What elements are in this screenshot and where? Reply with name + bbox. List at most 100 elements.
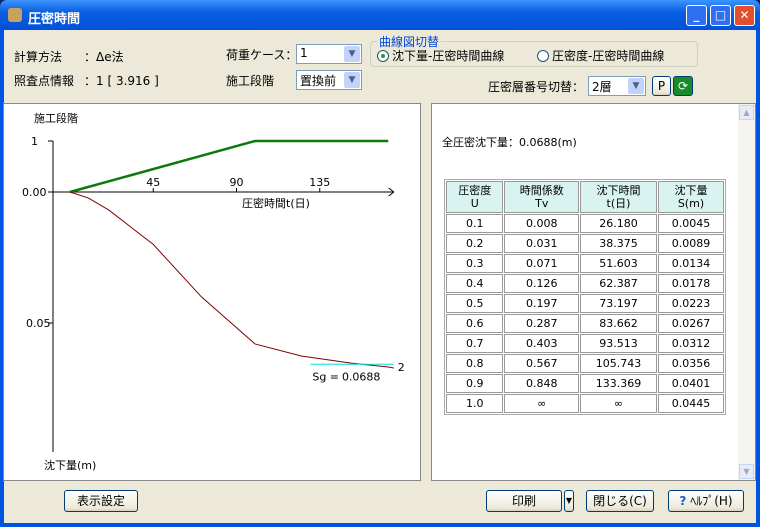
radio-label: 圧密度-圧密時間曲線 [552, 49, 665, 63]
table-cell: 0.848 [504, 374, 580, 393]
table-cell: 73.197 [580, 294, 657, 313]
table-cell: 0.0045 [657, 214, 724, 233]
radio-consolidation-time[interactable]: 圧密度-圧密時間曲線 [537, 47, 664, 64]
table-cell: 0.0356 [657, 354, 724, 373]
refresh-button[interactable]: ⟳ [673, 76, 693, 96]
x-tick-label: 135 [309, 176, 330, 189]
help-icon: ? [679, 494, 687, 508]
table-row: 0.9 0.848 133.369 0.0401 [446, 374, 724, 393]
print-button[interactable]: 印刷 [486, 490, 562, 512]
table-cell: 0.0223 [657, 294, 724, 313]
table-cell: 51.603 [580, 254, 657, 273]
header-text: Tv [535, 197, 549, 210]
table-cell: 0.2 [446, 234, 504, 253]
chevron-down-icon: ▼ [628, 78, 644, 94]
refresh-icon: ⟳ [677, 79, 689, 93]
close-button[interactable]: 閉じる(C) [586, 490, 654, 512]
window: 圧密時間 _ □ ✕ 計算方法 ：Δe法 照査点情報 ：1 [ 3.916 ] … [0, 0, 760, 527]
table-cell: 105.743 [580, 354, 657, 373]
stage-tick-label: 1 [31, 135, 38, 148]
table-cell: 0.7 [446, 334, 504, 353]
table-cell: 0.1 [446, 214, 504, 233]
layer-switch-label: 圧密層番号切替： [488, 80, 585, 94]
load-case-label: 荷重ケース： [226, 48, 298, 62]
column-header: 圧密度 U [446, 181, 504, 213]
header-text: 圧密度 [458, 184, 492, 197]
table-cell: 0.031 [504, 234, 580, 253]
vertical-scrollbar[interactable]: ▲ ▼ [738, 104, 755, 480]
title-bar[interactable]: 圧密時間 _ □ ✕ [0, 0, 760, 30]
radio-settlement-time[interactable]: 沈下量-圧密時間曲線 [377, 47, 504, 64]
table-cell: 83.662 [580, 314, 657, 333]
app-icon [8, 8, 22, 22]
table-cell: 0.126 [504, 274, 580, 293]
table-cell: 26.180 [580, 214, 657, 233]
layer-value: 2層 [592, 80, 612, 94]
table-cell: 0.567 [504, 354, 580, 373]
method-value: ：Δe法 [84, 50, 124, 64]
window-title: 圧密時間 [28, 12, 81, 27]
table-row: 0.2 0.031 38.375 0.0089 [446, 234, 724, 253]
table-cell: 0.0401 [657, 374, 724, 393]
radio-label: 沈下量-圧密時間曲線 [392, 49, 505, 63]
header-text: 時間係数 [519, 184, 564, 197]
settlement-curve [69, 191, 389, 368]
table-cell: 0.0178 [657, 274, 724, 293]
table-cell: ∞ [504, 394, 580, 413]
header-text: 沈下量 [674, 184, 708, 197]
table-cell: 0.008 [504, 214, 580, 233]
x-tick-label: 45 [146, 176, 160, 189]
column-header: 沈下量 S(m) [657, 181, 724, 213]
print-dropdown-button[interactable]: ▼ [564, 490, 574, 512]
curve-switch-group: 曲線図切替 沈下量-圧密時間曲線 圧密度-圧密時間曲線 [370, 33, 698, 67]
stage-axis-label: 施工段階 [34, 111, 78, 125]
point-label: 照査点情報 [14, 74, 75, 88]
layer-select[interactable]: 2層 ▼ [588, 76, 646, 96]
table-cell: 93.513 [580, 334, 657, 353]
table-cell: 0.9 [446, 374, 504, 393]
load-case-select[interactable]: 1 ▼ [296, 44, 362, 64]
table-cell: 0.0089 [657, 234, 724, 253]
header-text: 沈下時間 [596, 184, 641, 197]
minimize-button[interactable]: _ [686, 5, 707, 26]
header-text: S(m) [677, 197, 705, 210]
chevron-down-icon: ▼ [344, 72, 360, 88]
table-cell: 1.0 [446, 394, 504, 413]
table-cell: 0.403 [504, 334, 580, 353]
close-window-button[interactable]: ✕ [734, 5, 755, 26]
stage-label: 施工段階 [226, 74, 275, 88]
help-label: ﾍﾙﾌﾟ(H) [690, 494, 733, 508]
header-text: t(日) [606, 197, 631, 210]
table-row: 0.1 0.008 26.180 0.0045 [446, 214, 724, 233]
layer-number-label: 2 [398, 361, 405, 374]
table-row: 0.3 0.071 51.603 0.0134 [446, 254, 724, 273]
display-settings-button[interactable]: 表示設定 [64, 490, 138, 512]
stage-select[interactable]: 置換前 ▼ [296, 70, 362, 90]
total-settlement: 全圧密沈下量：0.0688(m) [442, 136, 577, 149]
table-cell: 0.3 [446, 254, 504, 273]
table-row: 0.8 0.567 105.743 0.0356 [446, 354, 724, 373]
load-case-value: 1 [300, 46, 308, 60]
stage-value: 置換前 [300, 74, 337, 88]
table-cell: 0.071 [504, 254, 580, 273]
header-text: U [470, 197, 479, 210]
maximize-button[interactable]: □ [710, 5, 731, 26]
p-button[interactable]: P [652, 76, 671, 96]
y-tick-label: 0.00 [22, 186, 47, 199]
table-cell: 0.0134 [657, 254, 724, 273]
method-label: 計算方法 [14, 50, 63, 64]
scroll-up-button[interactable]: ▲ [739, 105, 754, 120]
table-cell: 38.375 [580, 234, 657, 253]
radio-icon [537, 50, 549, 62]
scroll-down-button[interactable]: ▼ [739, 464, 754, 479]
settlement-extension [388, 366, 394, 369]
table-cell: 0.0267 [657, 314, 724, 333]
table-cell: 133.369 [580, 374, 657, 393]
table-cell: 0.0312 [657, 334, 724, 353]
table-row: 0.4 0.126 62.387 0.0178 [446, 274, 724, 293]
table-cell: 0.6 [446, 314, 504, 333]
settlement-chart: 施工段階沈下量(m) 圧密時間t(日) 45 90 135 1 0.00 0.05 2 Sg = 0… [22, 111, 405, 472]
table-cell: 0.5 [446, 294, 504, 313]
help-button[interactable]: ? ﾍﾙﾌﾟ(H) [668, 490, 744, 512]
x-axis-label: 圧密時間t(日) [242, 196, 310, 210]
